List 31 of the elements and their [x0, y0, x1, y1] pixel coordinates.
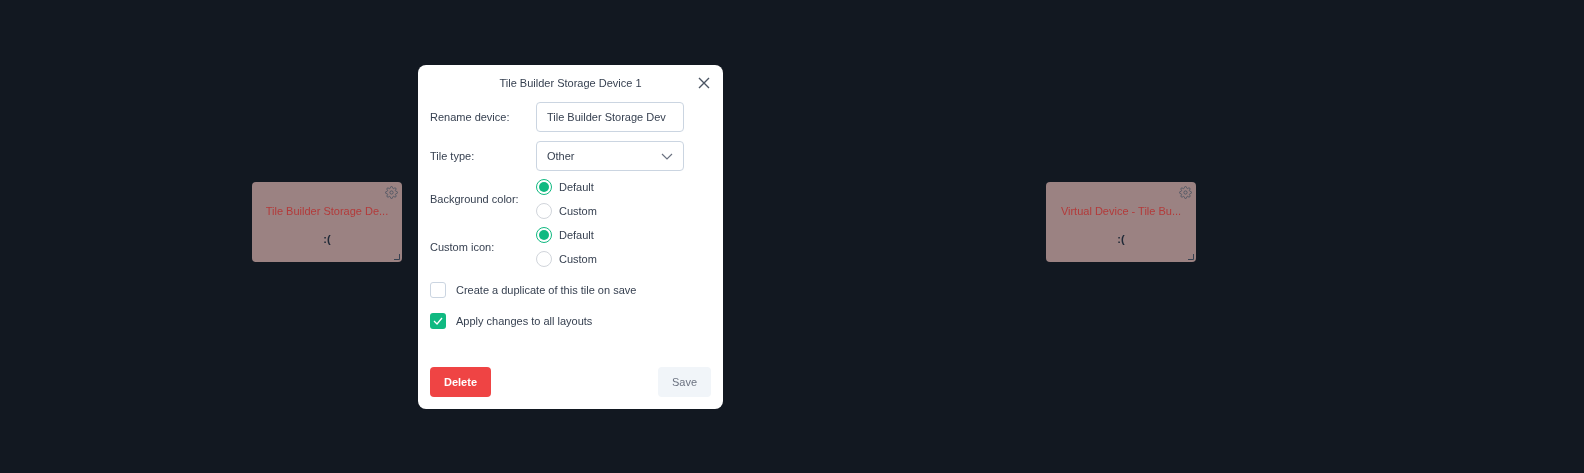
tile-type-select[interactable]: Other — [536, 141, 684, 171]
checkbox[interactable] — [430, 312, 446, 329]
field-label: Tile type: — [430, 148, 476, 164]
radio-option[interactable]: Custom — [536, 250, 597, 267]
radio-option[interactable]: Custom — [536, 202, 597, 219]
field-label: Rename device: — [430, 109, 511, 125]
radio-option[interactable]: Default — [536, 179, 597, 196]
tile-status: :( — [323, 232, 331, 247]
tile-label: Tile Builder Storage De... — [265, 203, 389, 219]
check-icon — [433, 316, 443, 325]
field-label: Custom icon: — [430, 239, 496, 255]
delete-button[interactable]: Delete — [430, 367, 492, 397]
device-tile[interactable]: Virtual Device - Tile Bu... :( — [1046, 182, 1196, 262]
radio-option[interactable]: Default — [536, 227, 597, 244]
checkbox-option[interactable]: Create a duplicate of this tile on save — [430, 282, 711, 299]
tile-status: :( — [1117, 232, 1125, 247]
gear-icon[interactable] — [385, 186, 398, 199]
checkbox-option[interactable]: Apply changes to all layouts — [430, 312, 711, 329]
tile-label: Virtual Device - Tile Bu... — [1060, 203, 1182, 219]
dialog-title: Tile Builder Storage Device 1 — [499, 75, 642, 91]
checkbox[interactable] — [430, 282, 446, 299]
close-button[interactable] — [697, 76, 711, 90]
rename-field[interactable]: Tile Builder Storage Dev — [536, 102, 684, 132]
save-button[interactable]: Save — [657, 367, 711, 397]
resize-handle-icon[interactable] — [394, 254, 400, 260]
resize-handle-icon[interactable] — [1188, 254, 1194, 260]
close-icon — [698, 77, 710, 89]
chevron-down-icon — [661, 152, 673, 160]
field-label: Background color: — [430, 191, 520, 207]
device-tile[interactable]: Tile Builder Storage De... :( — [252, 182, 402, 262]
gear-icon[interactable] — [1179, 186, 1192, 199]
